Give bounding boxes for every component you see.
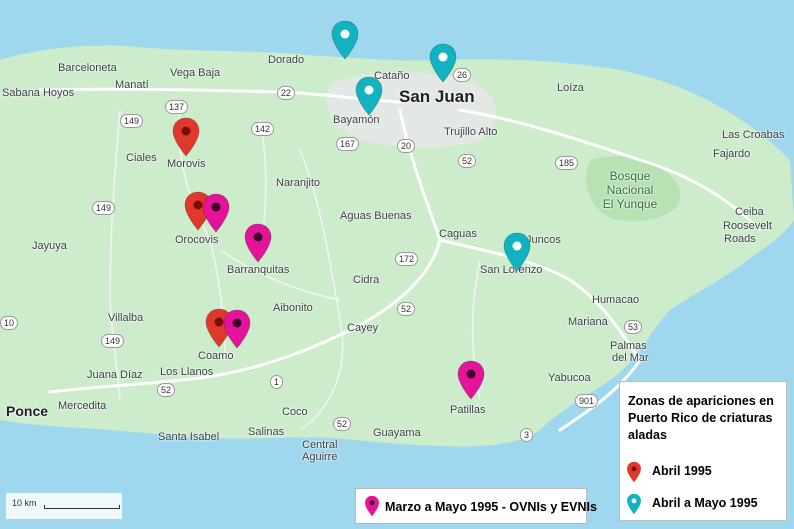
road-shield: 149 <box>92 201 116 215</box>
place-ponce: Ponce <box>6 403 49 419</box>
place-palmas-del-mar-1: Palmas <box>610 340 647 352</box>
red-pin-icon <box>172 117 200 157</box>
place-trujillo-alto: Trujillo Alto <box>444 126 498 138</box>
place-jayuya: Jayuya <box>32 240 67 252</box>
road-shield: 52 <box>157 383 176 397</box>
road-shield: 52 <box>397 302 416 316</box>
place-villalba: Villalba <box>108 312 144 324</box>
place-fajardo: Fajardo <box>713 148 751 160</box>
road-shield: 52 <box>333 417 352 431</box>
cyan-pin-marker[interactable] <box>502 232 532 272</box>
cyan-pin-marker[interactable] <box>330 20 360 60</box>
road-shield: 10 <box>0 316 19 330</box>
magenta-pin-marker[interactable] <box>243 223 273 263</box>
place-caguas: Caguas <box>439 228 477 240</box>
road-shield: 22 <box>277 86 296 100</box>
place-sabana-hoyos: Sabana Hoyos <box>2 87 75 99</box>
place-palmas-del-mar-2: del Mar <box>612 352 649 364</box>
magenta-pin-icon <box>457 360 485 400</box>
place-roosevelt-roads-1: Roosevelt <box>723 220 772 232</box>
place-guayama: Guayama <box>373 427 421 439</box>
legend-title: Zonas de apariciones en Puerto Rico de c… <box>628 394 774 442</box>
place-aibonito: Aibonito <box>273 302 313 314</box>
road-shield: 20 <box>397 139 416 153</box>
place-el-yunque-line1: Bosque <box>609 169 651 183</box>
place-central-aguirre-1: Central <box>302 439 338 451</box>
magenta-pin-icon <box>223 309 251 349</box>
place-morovis: Morovis <box>167 158 206 170</box>
road-shield: 142 <box>251 122 275 136</box>
cyan-pin-marker[interactable] <box>354 76 384 116</box>
place-el-yunque: Bosque Nacional El Yunque <box>598 169 662 211</box>
place-yabucoa: Yabucoa <box>548 372 591 384</box>
road-shield: 901 <box>575 394 599 408</box>
place-coco: Coco <box>282 406 308 418</box>
place-ciales: Ciales <box>126 152 157 164</box>
road-shield: 149 <box>101 334 125 348</box>
place-humacao: Humacao <box>592 294 640 306</box>
cyan-pin-marker[interactable] <box>428 43 458 83</box>
scale-label: 10 km <box>12 498 37 508</box>
place-salinas: Salinas <box>248 426 285 438</box>
cyan-pin-icon <box>355 76 383 116</box>
place-el-yunque-line2: Nacional <box>606 183 654 197</box>
road-shield: 167 <box>336 137 360 151</box>
place-orocovis: Orocovis <box>175 234 219 246</box>
cyan-pin-icon <box>429 43 457 83</box>
place-mercedita: Mercedita <box>58 400 107 412</box>
place-mariana: Mariana <box>568 316 608 328</box>
cyan-pin-icon <box>503 232 531 272</box>
road-shield: 149 <box>120 114 144 128</box>
road-shield: 1 <box>270 375 284 389</box>
place-patillas: Patillas <box>450 404 486 416</box>
road-shield: 137 <box>165 100 189 114</box>
place-barranquitas: Barranquitas <box>227 264 290 276</box>
red-pin-marker[interactable] <box>171 117 201 157</box>
place-vega-baja: Vega Baja <box>170 67 221 79</box>
place-cidra: Cidra <box>353 274 380 286</box>
place-san-juan: San Juan <box>399 87 475 106</box>
place-juana-diaz: Juana Díaz <box>87 369 143 381</box>
place-roosevelt-roads-2: Roads <box>724 233 756 245</box>
map-canvas[interactable]: Barceloneta Vega Baja Dorado Manatí Saba… <box>0 0 794 529</box>
magenta-pin-marker[interactable] <box>222 309 252 349</box>
magenta-pin-icon <box>365 495 379 517</box>
cyan-pin-icon <box>627 493 641 515</box>
magenta-pin-icon <box>202 193 230 233</box>
magenta-pin-marker[interactable] <box>456 360 486 400</box>
road-shield: 53 <box>624 320 643 334</box>
place-dorado: Dorado <box>268 54 305 66</box>
legend-magenta-label: Marzo a Mayo 1995 - OVNIs y EVNIs <box>385 500 597 514</box>
place-ceiba: Ceiba <box>735 206 764 218</box>
place-loiza: Loíza <box>557 82 584 94</box>
legend-cyan-label: Abril a Mayo 1995 <box>652 496 758 510</box>
red-pin-icon <box>627 461 641 483</box>
legend-red-label: Abril 1995 <box>652 464 712 478</box>
place-cayey: Cayey <box>347 322 379 334</box>
place-aguas-buenas: Aguas Buenas <box>340 210 412 222</box>
place-santa-isabel: Santa Isabel <box>158 431 220 443</box>
road-shield: 52 <box>458 154 477 168</box>
road-shield: 172 <box>395 252 419 266</box>
magenta-pin-icon <box>244 223 272 263</box>
place-manati: Manatí <box>115 79 149 91</box>
road-shield: 185 <box>555 156 579 170</box>
place-los-llanos: Los Llanos <box>160 366 214 378</box>
road-shield: 3 <box>520 428 534 442</box>
place-coamo: Coamo <box>198 350 234 362</box>
place-central-aguirre-2: Aguirre <box>302 451 338 463</box>
scale-bar: 10 km <box>6 493 122 519</box>
place-barceloneta: Barceloneta <box>58 62 117 74</box>
magenta-pin-marker[interactable] <box>201 193 231 233</box>
place-naranjito: Naranjito <box>276 177 321 189</box>
legend-magenta-box: Marzo a Mayo 1995 - OVNIs y EVNIs <box>355 488 597 524</box>
cyan-pin-icon <box>331 20 359 60</box>
legend-box: Zonas de apariciones en Puerto Rico de c… <box>619 381 787 521</box>
scale-line <box>44 505 120 509</box>
place-el-yunque-line3: El Yunque <box>602 197 658 211</box>
place-las-croabas: Las Croabas <box>722 129 785 141</box>
